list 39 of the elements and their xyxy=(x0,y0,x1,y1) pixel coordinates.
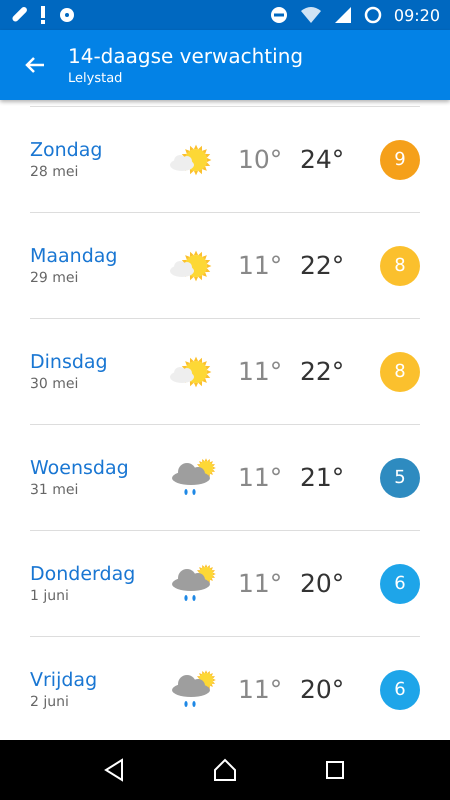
signal-icon xyxy=(334,6,352,24)
day-date: 31 mei xyxy=(30,482,80,498)
day-date: 30 mei xyxy=(30,376,80,392)
weather-score: 8 xyxy=(380,246,420,286)
max-temperature: 24° xyxy=(300,145,346,174)
alert-icon xyxy=(40,6,46,24)
day-date: 1 juni xyxy=(30,588,70,604)
max-temperature: 22° xyxy=(300,251,346,280)
min-temperature: 11° xyxy=(238,357,284,386)
clock: 09:20 xyxy=(394,6,440,24)
min-temperature: 11° xyxy=(238,569,284,598)
min-temperature: 10° xyxy=(238,145,284,174)
loading-ring-icon xyxy=(364,6,382,24)
min-temperature: 11° xyxy=(238,251,284,280)
day-name[interactable]: Woensdag xyxy=(30,457,166,479)
max-temperature: 22° xyxy=(300,357,346,386)
max-temperature: 21° xyxy=(300,463,346,492)
wifi-icon xyxy=(300,6,322,24)
min-temperature: 11° xyxy=(238,675,284,704)
day-name[interactable]: Maandag xyxy=(30,245,166,267)
location-subtitle: Lelystad xyxy=(68,71,124,86)
weather-score: 6 xyxy=(380,564,420,604)
max-temperature: 20° xyxy=(300,569,346,598)
do-not-disturb-icon xyxy=(270,6,288,24)
weather-score: 9 xyxy=(380,140,420,180)
screen-title: 14-daagse verwachting xyxy=(68,44,304,68)
weather-score: 5 xyxy=(380,458,420,498)
day-name[interactable]: Donderdag xyxy=(30,563,166,585)
day-name[interactable]: Zondag xyxy=(30,139,166,161)
day-date: 29 mei xyxy=(30,270,80,286)
day-name[interactable]: Vrijdag xyxy=(30,669,166,691)
day-date: 2 juni xyxy=(30,694,70,710)
min-temperature: 11° xyxy=(238,463,284,492)
weather-score: 8 xyxy=(380,352,420,392)
home-icon[interactable] xyxy=(212,757,238,783)
day-name[interactable]: Dinsdag xyxy=(30,351,166,373)
day-date: 28 mei xyxy=(30,164,80,180)
weather-score: 6 xyxy=(380,670,420,710)
max-temperature: 20° xyxy=(300,675,346,704)
